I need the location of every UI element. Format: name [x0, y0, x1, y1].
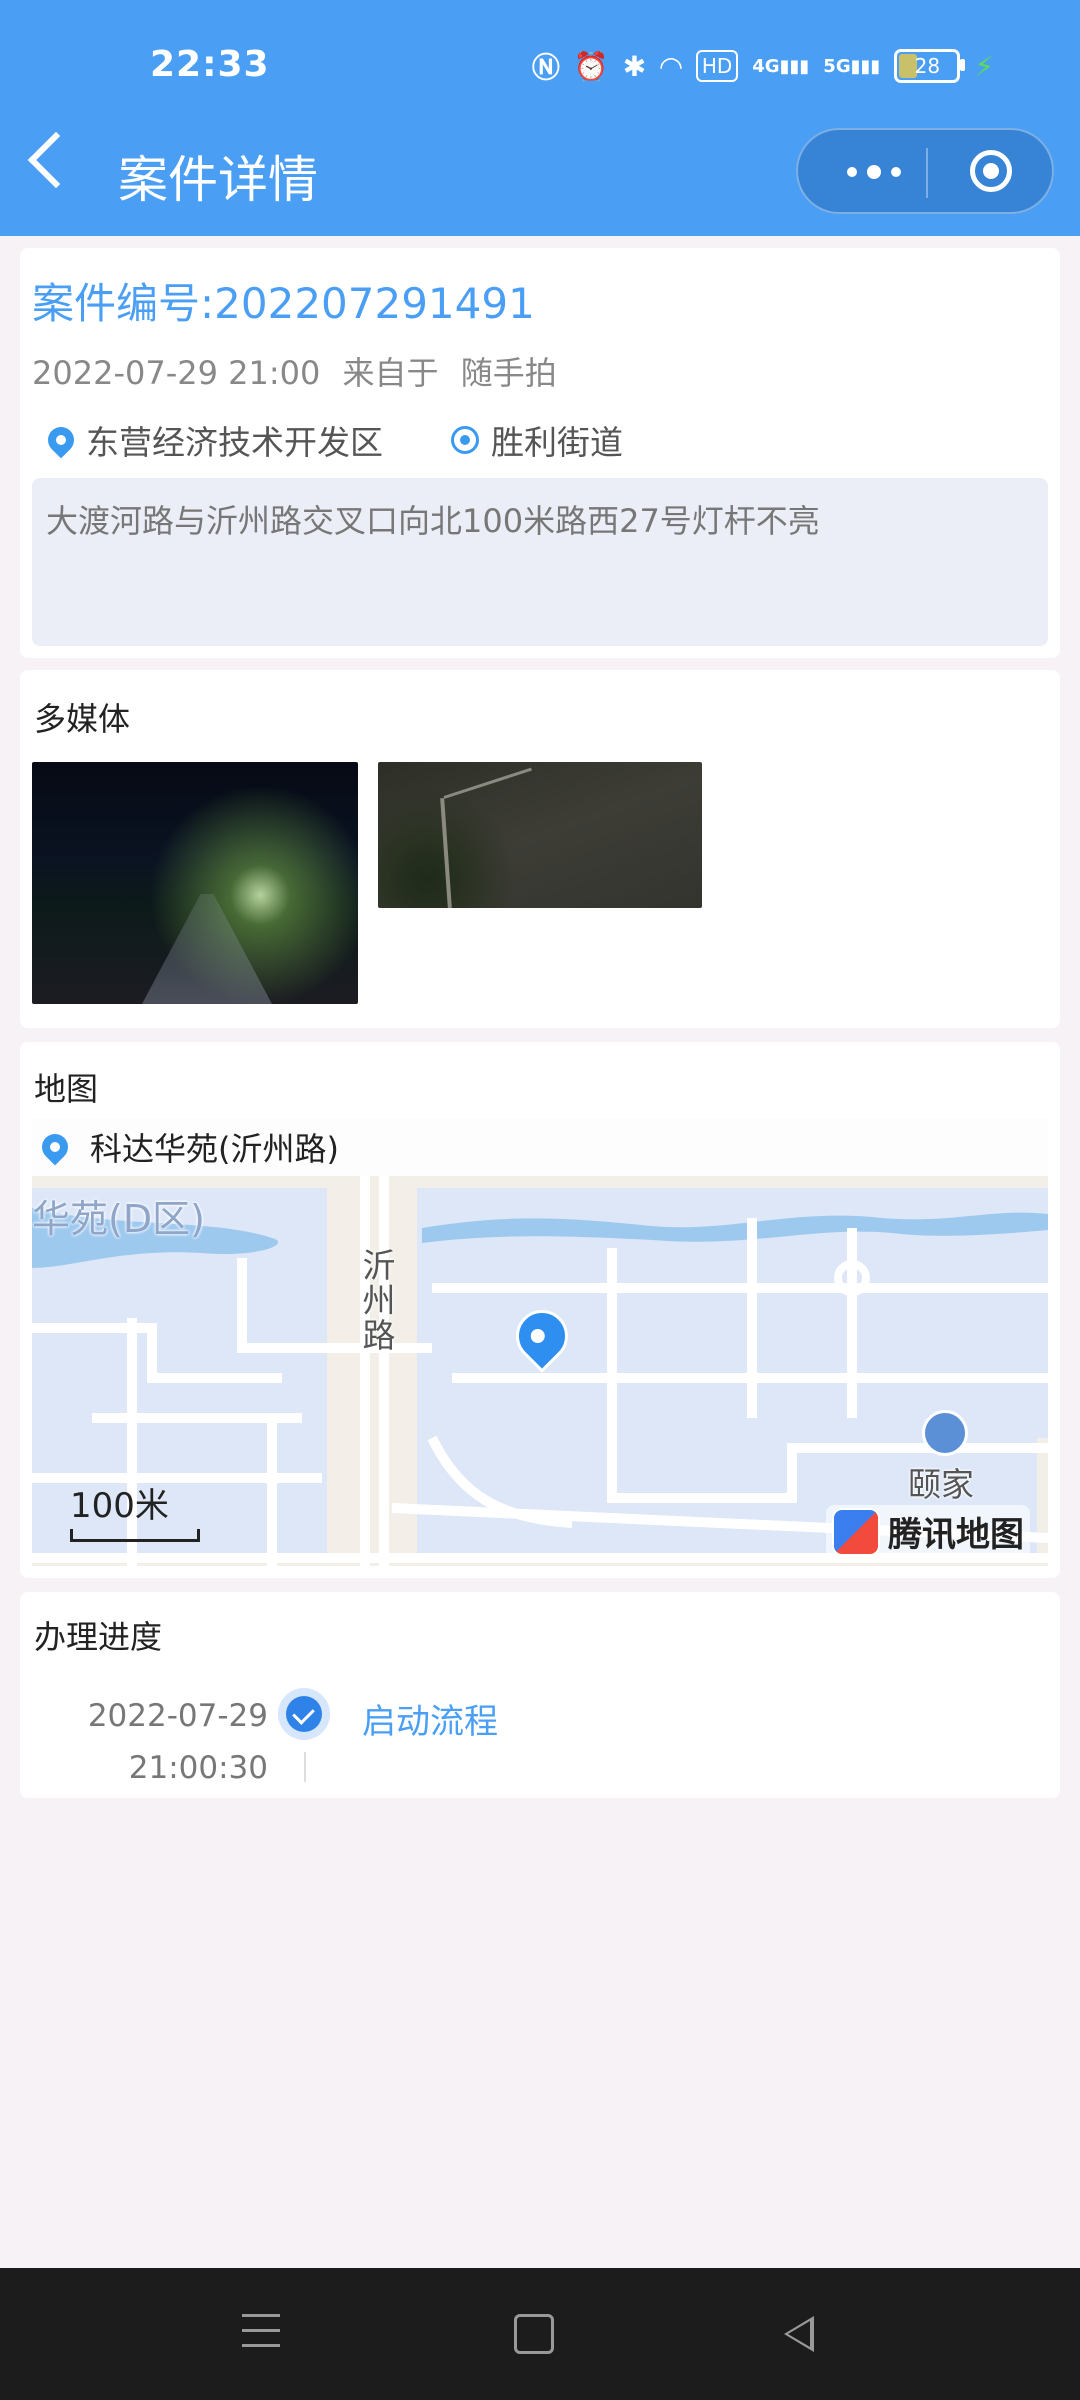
timeline-line [304, 1752, 306, 1782]
map-place-label: 颐家 [908, 1465, 974, 1504]
progress-title: 办理进度 [34, 1618, 163, 1656]
step-datetime: 2022-07-29 21:00:30 [84, 1690, 268, 1794]
signal-4g-icon: 4G▮▮▮ [752, 55, 810, 77]
map-logo-text: 腾讯地图 [888, 1515, 1024, 1555]
wifi-icon: ◠ [660, 49, 682, 83]
media-photo-2[interactable] [378, 762, 702, 908]
signal-5g-icon: 5G▮▮▮ [823, 55, 881, 77]
back-arrow-icon[interactable] [27, 131, 85, 189]
target-location-icon [451, 426, 479, 454]
status-time: 22:33 [150, 44, 270, 85]
map-road-label: 沂州路 [357, 1248, 396, 1353]
step-time: 21:00:30 [128, 1750, 268, 1786]
miniprogram-capsule [796, 128, 1054, 214]
bluetooth-icon: ✱ [622, 49, 647, 83]
district-label: 东营经济技术开发区 [86, 423, 383, 462]
media-card: 多媒体 [20, 670, 1060, 1028]
hd-icon: HD [695, 50, 739, 82]
media-title: 多媒体 [34, 700, 131, 738]
more-menu-button[interactable] [834, 160, 914, 184]
map-card: 地图 科达华苑(沂州路) 华苑(D区) 沂州路 颐家 100米 腾讯地图 [20, 1042, 1060, 1578]
map-scale-label: 100米 [70, 1486, 169, 1526]
home-icon[interactable] [514, 2314, 554, 2354]
step-date: 2022-07-29 [87, 1698, 268, 1734]
status-icons: Ⓝ ⏰ ✱ ◠ HD 4G▮▮▮ 5G▮▮▮ 28 ⚡ [532, 46, 994, 86]
map-poi-name: 科达华苑(沂州路) [90, 1130, 339, 1168]
progress-card: 办理进度 2022-07-29 21:00:30 启动流程 [20, 1592, 1060, 1798]
recent-apps-icon[interactable] [242, 2314, 280, 2359]
capsule-divider [926, 148, 928, 198]
map-scale: 100米 [70, 1478, 200, 1542]
location-pin-icon [42, 421, 80, 459]
tencent-map-logo: 腾讯地图 [826, 1505, 1030, 1558]
alarm-icon: ⏰ [573, 49, 609, 83]
battery-icon: 28 [894, 49, 966, 83]
map-view[interactable]: 科达华苑(沂州路) 华苑(D区) 沂州路 颐家 100米 腾讯地图 [32, 1118, 1048, 1566]
map-area-label: 华苑(D区) [32, 1197, 205, 1241]
case-source-prefix: 来自于 [342, 354, 439, 392]
map-poi-bar[interactable]: 科达华苑(沂州路) [32, 1118, 1048, 1176]
nfc-icon: Ⓝ [531, 51, 560, 84]
system-back-icon[interactable] [784, 2316, 814, 2352]
location-row: 东营经济技术开发区 胜利街道 [42, 416, 623, 464]
map-title: 地图 [34, 1070, 99, 1108]
compass-icon [832, 1507, 880, 1556]
charging-icon: ⚡ [974, 49, 994, 83]
case-number: 案件编号:202207291491 [32, 279, 535, 328]
case-datetime: 2022-07-29 21:00 [32, 354, 321, 392]
media-photo-1[interactable] [32, 762, 358, 1004]
poi-pin-icon [36, 1128, 74, 1166]
case-info-card: 案件编号:202207291491 2022-07-29 21:00 来自于 随… [20, 248, 1060, 658]
close-miniprogram-icon[interactable] [970, 150, 1012, 192]
system-nav-bar [0, 2268, 1080, 2400]
top-bar: 22:33 Ⓝ ⏰ ✱ ◠ HD 4G▮▮▮ 5G▮▮▮ 28 ⚡ 案件详情 [0, 0, 1080, 236]
case-source: 随手拍 [460, 354, 557, 392]
street-label: 胜利街道 [491, 423, 623, 462]
step-label[interactable]: 启动流程 [362, 1694, 498, 1743]
step-check-icon [278, 1688, 330, 1740]
page-title: 案件详情 [118, 151, 318, 209]
case-meta: 2022-07-29 21:00 来自于 随手拍 [32, 348, 557, 394]
case-description: 大渡河路与沂州路交叉口向北100米路西27号灯杆不亮 [32, 478, 1048, 646]
place-home-icon [922, 1410, 968, 1456]
